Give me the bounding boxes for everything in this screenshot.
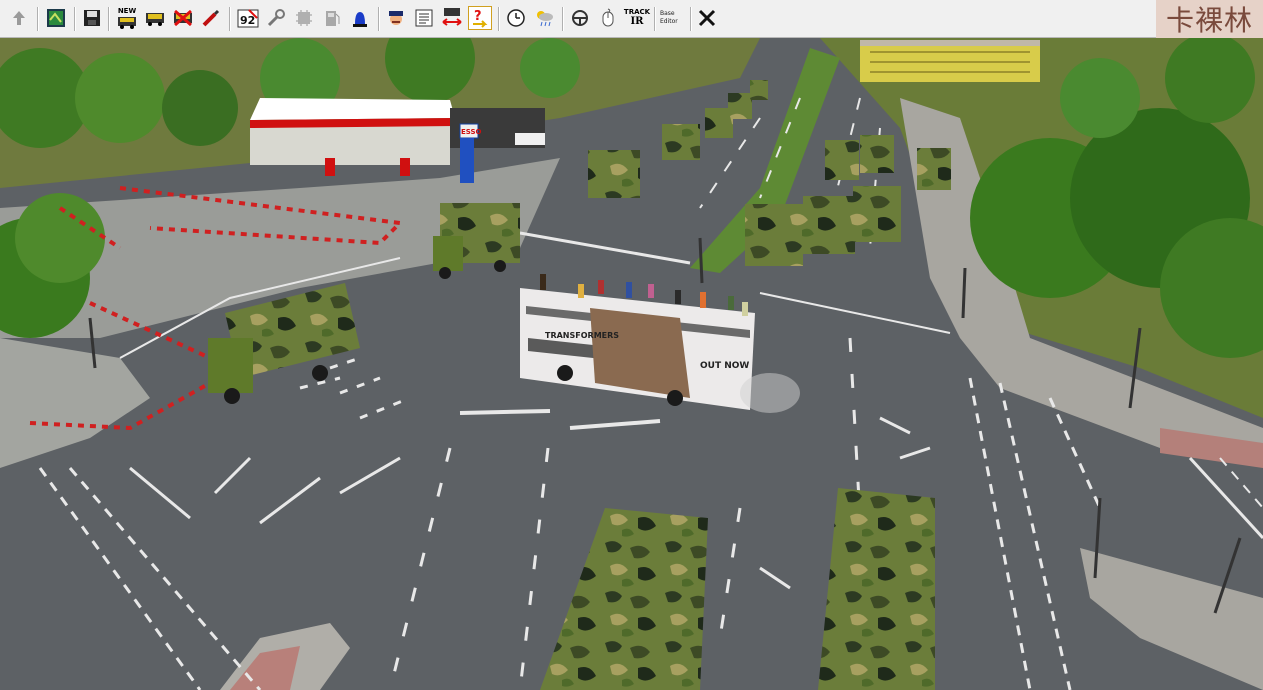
toolbar-separator xyxy=(498,7,500,31)
military-truck-foreground xyxy=(818,488,935,690)
toolbar-separator xyxy=(37,7,39,31)
close-icon[interactable] xyxy=(695,6,719,30)
options-icon[interactable]: Base Editor xyxy=(660,6,688,30)
toolbar-separator xyxy=(229,7,231,31)
wrench-icon[interactable] xyxy=(264,6,288,30)
toolbar-separator xyxy=(562,7,564,31)
bus-ad-text: TRANSFORMERS xyxy=(545,331,619,340)
chip-icon[interactable] xyxy=(292,6,316,30)
vehicle-icon[interactable] xyxy=(143,6,167,30)
blue-light-icon[interactable] xyxy=(348,6,372,30)
toolbar-separator xyxy=(74,7,76,31)
save-icon[interactable] xyxy=(80,6,104,30)
gas-station-sign: ESSO xyxy=(461,128,482,136)
delete-vehicle-icon[interactable] xyxy=(171,6,195,30)
new-vehicle-label: NEW xyxy=(117,6,137,15)
trackir-label-bottom: IR xyxy=(630,16,644,27)
bus-sign: OUT NOW xyxy=(700,361,749,371)
trackir-label-top: TRACK xyxy=(623,8,651,16)
watermark: 卡裸林 xyxy=(1156,0,1263,38)
toolbar: NEW 92 ? TRACK IR Base Editor 卡裸林 xyxy=(0,0,1263,38)
swap-icon[interactable] xyxy=(440,6,464,30)
timetable-icon[interactable]: 92 xyxy=(236,6,260,30)
edit-icon[interactable] xyxy=(199,6,223,30)
weather-icon[interactable] xyxy=(532,6,556,30)
game-viewport[interactable]: ESSO TRANSFORMERS OUT NOW xyxy=(0,38,1263,690)
list-icon[interactable] xyxy=(412,6,436,30)
toolbar-separator xyxy=(378,7,380,31)
toolbar-separator xyxy=(654,7,656,31)
new-vehicle-icon[interactable]: NEW xyxy=(115,6,139,30)
svg-text:?: ? xyxy=(474,9,482,24)
toolbar-separator xyxy=(690,7,692,31)
toolbar-separator xyxy=(108,7,110,31)
fuel-icon[interactable] xyxy=(320,6,344,30)
steering-wheel-icon[interactable] xyxy=(568,6,592,30)
apartment-building xyxy=(860,40,1040,82)
driver-icon[interactable] xyxy=(384,6,408,30)
clock-icon[interactable] xyxy=(504,6,528,30)
options-label-bottom: Editor xyxy=(660,18,678,25)
trackir-icon[interactable]: TRACK IR xyxy=(624,6,650,30)
up-arrow-icon[interactable] xyxy=(7,6,31,30)
mouse-icon[interactable] xyxy=(596,6,620,30)
options-label-top: Base xyxy=(660,10,675,17)
help-icon[interactable]: ? xyxy=(468,6,492,30)
svg-text:92: 92 xyxy=(240,14,255,27)
map-icon[interactable] xyxy=(44,6,68,30)
